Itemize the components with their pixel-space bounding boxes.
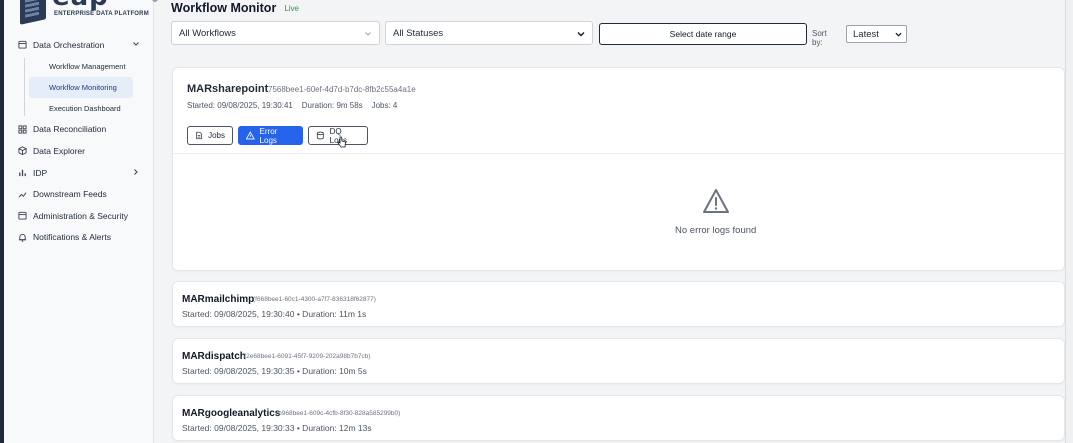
sidebar-item-label: Notifications & Alerts bbox=[33, 232, 111, 243]
sidebar-item-label: Data Orchestration bbox=[33, 39, 105, 50]
sidebar-item-workflow-management[interactable]: Workflow Management bbox=[29, 56, 133, 77]
workflow-meta: Started: 09/08/2025, 19:30:41 Duration: … bbox=[187, 101, 397, 110]
tab-label: Jobs bbox=[208, 131, 225, 140]
mouse-cursor-icon bbox=[337, 136, 346, 148]
workflow-name: MARgoogleanalytics bbox=[182, 408, 281, 419]
sidebar: eap ENTERPRISE DATA PLATFORM Data Orches… bbox=[4, 0, 154, 443]
warning-icon bbox=[246, 131, 255, 140]
sidebar-nav: Data Orchestration Workflow Management W… bbox=[4, 34, 154, 248]
tab-jobs[interactable]: Jobs bbox=[187, 126, 233, 145]
brand-logo[interactable]: eap ENTERPRISE DATA PLATFORM bbox=[20, 0, 150, 25]
sidebar-item-data-orchestration[interactable]: Data Orchestration bbox=[4, 34, 154, 56]
sidebar-item-label: Data Explorer bbox=[33, 145, 85, 156]
sidebar-item-execution-dashboard[interactable]: Execution Dashboard bbox=[29, 98, 133, 119]
collapse-toggle[interactable] bbox=[152, 0, 158, 2]
sidebar-item-downstream-feeds[interactable]: Downstream Feeds bbox=[4, 183, 154, 205]
sidebar-item-label: Data Reconciliation bbox=[33, 124, 107, 135]
workflow-card[interactable]: MARdispatch (2e68bee1-6091-45f7-9209-202… bbox=[172, 338, 1065, 384]
sort-label: Sort by: bbox=[812, 29, 827, 47]
warning-icon bbox=[703, 189, 729, 213]
chevron-down-icon[interactable] bbox=[132, 40, 140, 48]
sidebar-item-notifications-alerts[interactable]: Notifications & Alerts bbox=[4, 227, 154, 249]
workflow-meta: Started: 09/08/2025, 19:30:40 • Duration… bbox=[182, 309, 367, 319]
logo-mark-icon bbox=[20, 0, 46, 25]
sidebar-item-label: Administration & Security bbox=[33, 210, 128, 221]
sort-select[interactable]: Latest bbox=[846, 25, 907, 43]
sidebar-item-workflow-monitoring[interactable]: Workflow Monitoring bbox=[29, 76, 133, 98]
calendar-icon bbox=[18, 211, 27, 220]
page-header: Workflow Monitor Live bbox=[171, 0, 299, 16]
workflow-name: MARdispatch bbox=[182, 351, 246, 362]
workflow-name: MARmailchimp bbox=[182, 294, 255, 305]
sidebar-submenu: Workflow Management Workflow Monitoring … bbox=[4, 56, 154, 119]
sidebar-item-label: IDP bbox=[33, 167, 48, 178]
trend-icon bbox=[18, 190, 27, 199]
sidebar-item-idp[interactable]: IDP bbox=[4, 162, 154, 184]
page-title: Workflow Monitor bbox=[171, 1, 277, 15]
card-divider bbox=[173, 153, 1064, 154]
chevron-right-icon[interactable] bbox=[132, 168, 140, 176]
sidebar-item-label: Downstream Feeds bbox=[33, 189, 107, 200]
workflow-id: (b968bee1-609c-4cfb-8f30-828a585299b0) bbox=[276, 410, 401, 417]
workflow-name: MARsharepoint bbox=[187, 83, 269, 95]
logo-tagline: ENTERPRISE DATA PLATFORM bbox=[54, 11, 149, 17]
database-icon bbox=[316, 131, 324, 140]
sidebar-item-data-explorer[interactable]: Data Explorer bbox=[4, 140, 154, 162]
workflow-card[interactable]: MARgoogleanalytics (b968bee1-609c-4cfb-8… bbox=[172, 395, 1065, 441]
chevron-down-icon bbox=[895, 32, 902, 37]
sidebar-item-data-reconciliation[interactable]: Data Reconciliation bbox=[4, 119, 154, 141]
status-select-value: All Statuses bbox=[393, 27, 444, 39]
tab-label: Error Logs bbox=[259, 126, 278, 145]
workflow-id: (f668bee1-60c1-4300-a7f7-836318f62877) bbox=[253, 296, 376, 303]
workflow-jobs: Jobs: 4 bbox=[371, 101, 398, 110]
workflow-card-expanded[interactable]: MARsharepoint 7568bee1-60ef-4d7d-b7dc-8f… bbox=[172, 67, 1065, 271]
document-icon bbox=[196, 131, 202, 140]
workflow-select[interactable]: All Workflows bbox=[171, 21, 380, 45]
workflow-id: (2e68bee1-6091-45f7-9209-202a98b7b7cb) bbox=[244, 353, 371, 360]
live-badge: Live bbox=[284, 3, 299, 13]
workflow-select-value: All Workflows bbox=[179, 27, 236, 39]
chevron-down-icon bbox=[577, 32, 585, 37]
chart-icon bbox=[18, 168, 27, 177]
workflow-id: 7568bee1-60ef-4d7d-b7dc-8fb2c55a4a1e bbox=[268, 85, 416, 94]
tab-error-logs[interactable]: Error Logs bbox=[238, 126, 303, 145]
workflow-meta: Started: 09/08/2025, 19:30:33 • Duration… bbox=[182, 423, 372, 433]
grid-icon bbox=[18, 125, 27, 134]
sort-select-value: Latest bbox=[853, 28, 879, 40]
chevron-down-icon bbox=[365, 32, 371, 36]
workflow-card[interactable]: MARmailchimp (f668bee1-60c1-4300-a7f7-83… bbox=[172, 281, 1065, 327]
cube-icon bbox=[18, 146, 27, 156]
empty-message: No error logs found bbox=[675, 225, 757, 236]
calendar-icon bbox=[18, 40, 27, 49]
workflow-duration: Duration: 9m 58s bbox=[301, 101, 363, 110]
scrollbar[interactable] bbox=[1065, 0, 1073, 443]
bell-icon bbox=[18, 233, 27, 242]
date-range-button[interactable]: Select date range bbox=[599, 23, 807, 45]
sidebar-item-administration-security[interactable]: Administration & Security bbox=[4, 205, 154, 227]
status-select[interactable]: All Statuses bbox=[385, 21, 593, 45]
workflow-meta: Started: 09/08/2025, 19:30:35 • Duration… bbox=[182, 366, 367, 376]
submenu-guide-line bbox=[24, 57, 25, 116]
workflow-started: Started: 09/08/2025, 19:30:41 bbox=[187, 101, 293, 110]
